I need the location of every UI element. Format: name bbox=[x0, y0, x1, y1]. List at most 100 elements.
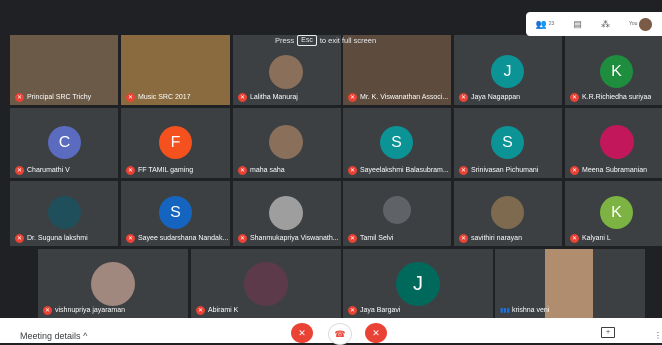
participant-name: K.R.Richiedha suriyaa bbox=[582, 94, 652, 101]
participant-name: Mr. K. Viswanathan Associ... bbox=[360, 94, 449, 101]
shapes-icon: ⁂ bbox=[600, 18, 610, 29]
mic-off-icon: ✕ bbox=[238, 93, 247, 102]
avatar bbox=[91, 262, 135, 306]
participant-name: Sayee sudarshana Nandak... bbox=[138, 235, 229, 242]
esc-key: Esc bbox=[297, 35, 317, 46]
avatar bbox=[491, 196, 524, 229]
participant-name: savithiri narayan bbox=[471, 235, 522, 242]
participant-name: vishnupriya jayaraman bbox=[55, 307, 126, 314]
mic-off-icon: ✕ bbox=[238, 234, 247, 243]
mic-off-icon: ✕ bbox=[570, 166, 579, 175]
more-vert-icon: ⋮ bbox=[654, 331, 662, 340]
avatar bbox=[269, 55, 303, 89]
avatar: S bbox=[380, 126, 413, 159]
mic-off-icon: ✕ bbox=[348, 166, 357, 175]
participant-tile[interactable]: J ✕ Jaya Bargavi bbox=[343, 249, 493, 318]
avatar bbox=[244, 262, 288, 306]
mic-off-icon: ✕ bbox=[459, 166, 468, 175]
avatar: J bbox=[396, 262, 440, 306]
mic-off-icon: ✕ bbox=[348, 234, 357, 243]
participant-tile[interactable]: ✕ Principal SRC Trichy bbox=[10, 35, 118, 105]
avatar bbox=[48, 196, 81, 229]
participant-tile[interactable]: S ✕ Srinivasan Pichumani bbox=[454, 108, 562, 178]
participant-name: Dr. Suguna lakshmi bbox=[27, 235, 88, 242]
participant-name: Lalitha Manuraj bbox=[250, 94, 298, 101]
avatar: J bbox=[491, 55, 524, 88]
participant-name: Sayeelakshmi Balasubram... bbox=[360, 167, 449, 174]
avatar bbox=[383, 196, 411, 224]
mic-off-icon: ✕ bbox=[126, 166, 135, 175]
mic-off-icon: ✕ bbox=[196, 306, 205, 315]
participant-name: Shanmukapriya Viswanath... bbox=[250, 235, 339, 242]
avatar: C bbox=[48, 126, 81, 159]
present-icon: + bbox=[605, 329, 611, 336]
mic-off-icon: ✕ bbox=[15, 234, 24, 243]
participant-name: Music SRC 2017 bbox=[138, 94, 191, 101]
participant-grid: ✕ Principal SRC Trichy ✕ Music SRC 2017 ✕ L… bbox=[0, 0, 662, 318]
participant-tile[interactable]: J ✕ Jaya Nagappan bbox=[454, 35, 562, 105]
participant-tile[interactable]: ✕ Tamil Selvi bbox=[343, 181, 451, 246]
avatar bbox=[545, 249, 593, 318]
more-options-button[interactable]: ⋮ bbox=[654, 331, 662, 340]
participant-name: krishna veni bbox=[512, 307, 550, 314]
participant-count: 23 bbox=[548, 21, 555, 27]
participant-name: Jaya Bargavi bbox=[360, 307, 401, 314]
participant-tile[interactable]: ✕ Shanmukapriya Viswanath... bbox=[233, 181, 341, 246]
mic-off-icon: ✕ bbox=[43, 306, 52, 315]
mic-off-icon: ✕ bbox=[459, 234, 468, 243]
mic-off-icon: ✕ bbox=[126, 93, 135, 102]
participant-name: Meena Subramanian bbox=[582, 167, 647, 174]
mic-off-icon: ✕ bbox=[15, 166, 24, 175]
mic-toggle-button[interactable]: ✕ bbox=[291, 323, 313, 343]
participant-name: Principal SRC Trichy bbox=[27, 94, 92, 101]
mic-off-icon: ✕ bbox=[348, 93, 357, 102]
speaking-indicator-icon: ▮▮▮ bbox=[500, 308, 510, 314]
chevron-up-icon: ^ bbox=[83, 331, 88, 341]
avatar: F bbox=[159, 126, 192, 159]
participant-tile[interactable]: K ✕ K.R.Richiedha suriyaa bbox=[565, 35, 662, 105]
present-now-button[interactable]: + bbox=[601, 327, 615, 338]
participant-name: Tamil Selvi bbox=[360, 235, 394, 242]
self-view-button[interactable]: You bbox=[629, 17, 653, 31]
participant-tile[interactable]: ✕ vishnupriya jayaraman bbox=[38, 249, 188, 318]
avatar bbox=[639, 17, 653, 31]
participant-name: Charumathi V bbox=[27, 167, 70, 174]
participant-tile[interactable]: ✕ Dr. Suguna lakshmi bbox=[10, 181, 118, 246]
participant-name: Srinivasan Pichumani bbox=[471, 167, 539, 174]
participant-tile[interactable]: S ✕ Sayee sudarshana Nandak... bbox=[121, 181, 230, 246]
participants-button[interactable]: 👥 23 bbox=[536, 19, 555, 30]
camera-off-icon: ✕ bbox=[372, 327, 380, 338]
participant-name: maha saha bbox=[250, 167, 285, 174]
you-label: You bbox=[629, 21, 638, 27]
avatar bbox=[269, 196, 303, 230]
participant-tile[interactable]: ✕ Music SRC 2017 bbox=[121, 35, 230, 105]
mic-off-icon: ✕ bbox=[298, 327, 306, 338]
avatar: S bbox=[491, 126, 524, 159]
mic-off-icon: ✕ bbox=[570, 93, 579, 102]
avatar: S bbox=[159, 196, 192, 229]
avatar: K bbox=[600, 196, 633, 229]
participant-name: Jaya Nagappan bbox=[471, 94, 521, 101]
participant-tile[interactable]: ✕ maha saha bbox=[233, 108, 341, 178]
chat-button[interactable]: ▤ bbox=[573, 19, 582, 30]
avatar bbox=[600, 125, 634, 159]
camera-toggle-button[interactable]: ✕ bbox=[365, 323, 387, 343]
chat-icon: ▤ bbox=[573, 18, 582, 29]
activities-button[interactable]: ⁂ bbox=[601, 19, 610, 30]
mic-off-icon: ✕ bbox=[459, 93, 468, 102]
participant-tile[interactable]: ✕ savithiri narayan bbox=[454, 181, 562, 246]
meeting-details-button[interactable]: Meeting details ^ bbox=[20, 331, 87, 341]
participant-tile[interactable]: C ✕ Charumathi V bbox=[10, 108, 118, 178]
mic-off-icon: ✕ bbox=[15, 93, 24, 102]
leave-call-button[interactable]: ☎ bbox=[328, 323, 352, 345]
mic-off-icon: ✕ bbox=[238, 166, 247, 175]
participant-tile[interactable]: ✕ Abirami K bbox=[191, 249, 341, 318]
avatar: K bbox=[600, 55, 633, 88]
participant-tile[interactable]: K ✕ Kalyani L bbox=[565, 181, 662, 246]
mic-off-icon: ✕ bbox=[126, 234, 135, 243]
participant-tile[interactable]: ✕ Meena Subramanian bbox=[565, 108, 662, 178]
participant-tile[interactable]: F ✕ FF TAMIL gaming bbox=[121, 108, 230, 178]
participant-tile[interactable]: ▮▮▮ krishna veni bbox=[495, 249, 645, 318]
participant-tile[interactable]: S ✕ Sayeelakshmi Balasubram... bbox=[343, 108, 451, 178]
fullscreen-toast: Press Esc to exit full screen bbox=[275, 35, 377, 46]
